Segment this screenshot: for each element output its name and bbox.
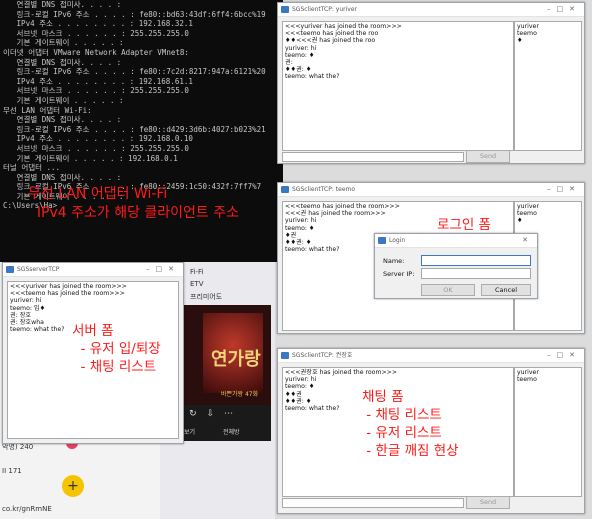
- annotation-chat-form: 채팅 폼 - 채팅 리스트 - 유저 리스트 - 한글 깨짐 현상: [362, 389, 459, 459]
- client-window-yuriver: SGSclientTCP: yuriver –□✕ <<<yuriver has …: [277, 2, 585, 164]
- server-ip-label: Server IP:: [383, 270, 415, 278]
- client-chat-list[interactable]: <<<yuriver has joined the room>>> <<<teem…: [282, 21, 514, 151]
- console-line: IPv4 주소 . . . . . . . . : 192.168.0.10: [3, 134, 193, 144]
- chat-message: teemo: ♦: [285, 51, 315, 59]
- chat-message: yuriver: hi: [285, 44, 317, 52]
- client-titlebar: SGSclientTCP: 권장호 –□✕: [278, 349, 584, 363]
- console-line: 연결별 DNS 접미사. . . . :: [3, 172, 122, 182]
- close-icon[interactable]: ✕: [522, 234, 534, 247]
- browser-url[interactable]: co.kr/gnRmNE: [2, 505, 52, 513]
- annotation-server-form: 서버 폼 - 유저 입/퇴장 - 채팅 리스트: [72, 323, 161, 375]
- app-icon: [281, 352, 289, 359]
- user-item: yuriver: [517, 23, 539, 30]
- client-user-list[interactable]: yuriver teemo ♦: [514, 21, 582, 151]
- name-input[interactable]: [421, 255, 531, 266]
- cancel-button[interactable]: Cancel: [481, 284, 531, 296]
- user-item: teemo: [517, 210, 537, 218]
- browser-count: II 171: [2, 467, 22, 475]
- client-titlebar: SGSclientTCP: yuriver –□✕: [278, 3, 584, 17]
- window-controls[interactable]: –□✕: [547, 183, 581, 196]
- user-item: ♦: [517, 217, 523, 225]
- chat-message: <<<권장호 has joined the room>>>: [285, 369, 398, 376]
- user-item: yuriver: [517, 203, 539, 210]
- console-line: 연결별 DNS 접미사. . . . :: [3, 57, 122, 67]
- browser-item[interactable]: Fi-Fi: [190, 268, 203, 276]
- chat-message: <<<teemo has joined the room>>>: [10, 290, 125, 298]
- console-line: 기본 게이트웨이 . . . . . :: [3, 38, 124, 48]
- chat-message: ♦♦<<<권 has joined the roo: [285, 37, 376, 45]
- chat-message: yuriver: hi: [285, 376, 317, 384]
- window-controls[interactable]: –□✕: [146, 263, 180, 276]
- console-line: 링크-로컬 IPv6 주소 . . . . : fe80::bd63:43df:…: [3, 9, 266, 19]
- chat-message: 권:: [285, 59, 293, 67]
- console-line: 이더넷 어댑터 VMware Network Adapter VMnet8:: [3, 47, 189, 57]
- chat-message: teemo: what the?: [285, 73, 340, 81]
- send-button[interactable]: Send: [466, 150, 510, 163]
- ok-button[interactable]: OK: [421, 284, 475, 296]
- add-fab-button[interactable]: +: [62, 475, 84, 497]
- user-item: teemo: [517, 30, 537, 38]
- console-line: 링크-로컬 IPv6 주소 . . . . : fe80::d429:3d6b:…: [3, 124, 266, 134]
- console-line: 터널 어댑터 ...: [3, 163, 61, 173]
- client-user-list[interactable]: yuriver teemo: [514, 367, 582, 497]
- console-line: 서브넷 마스크 . . . . . . : 255.255.255.0: [3, 86, 189, 96]
- server-titlebar: SGSserverTCP –□✕: [3, 263, 183, 277]
- name-label: Name:: [383, 257, 405, 265]
- window-controls[interactable]: –□✕: [547, 349, 581, 362]
- console-line: 서브넷 마스크 . . . . . . : 255.255.255.0: [3, 143, 189, 153]
- console-line: 서브넷 마스크 . . . . . . : 255.255.255.0: [3, 28, 189, 38]
- send-button[interactable]: Send: [466, 496, 510, 509]
- browser-item[interactable]: ETV: [190, 280, 204, 288]
- chat-message: yuriver: hi: [10, 297, 42, 305]
- console-line: 링크-로컬 IPv6 주소 . . . . : fe80::7c2d:8217:…: [3, 67, 266, 77]
- user-item: teemo: [517, 376, 537, 384]
- message-input[interactable]: [282, 152, 464, 162]
- server-ip-input[interactable]: [421, 268, 531, 279]
- app-icon: [281, 6, 289, 13]
- ad-title: 연가랑: [211, 349, 261, 370]
- browser-item[interactable]: 프리미어도: [190, 292, 222, 302]
- chat-message: <<<yuriver has joined the room>>>: [10, 283, 127, 290]
- client-titlebar: SGSclientTCP: teemo –□✕: [278, 183, 584, 197]
- message-input[interactable]: [282, 498, 464, 508]
- phone-btn[interactable]: 전체방: [223, 427, 240, 436]
- chat-message: <<<yuriver has joined the room>>>: [285, 23, 402, 30]
- app-icon: [378, 237, 386, 244]
- app-icon: [281, 186, 289, 193]
- user-item: ♦: [517, 37, 523, 45]
- ad-caption: 바쁜가왕 47화: [221, 391, 259, 398]
- login-titlebar: Login ✕: [375, 234, 537, 248]
- annotation-wifi: 무선 LAN 어댑터 Wi-Fi IPv4 주소가 해당 클라이언트 주소: [28, 186, 240, 221]
- console-line: 연결별 DNS 접미사. . . . :: [3, 0, 122, 9]
- console-line: IPv4 주소 . . . . . . . . : 192.168.32.1: [3, 19, 193, 29]
- console-line: 기본 게이트웨이 . . . . . :: [3, 95, 124, 105]
- chat-message: teemo: 입♦: [10, 304, 46, 312]
- window-controls[interactable]: –□✕: [547, 3, 581, 16]
- chat-message: 권: 장호: [10, 311, 32, 319]
- console-line: 무선 LAN 어댑터 Wi-Fi:: [3, 105, 92, 115]
- console-line: IPv4 주소 . . . . . . . . : 192.168.61.1: [3, 76, 193, 86]
- app-icon: [6, 266, 14, 273]
- console-line: 연결별 DNS 접미사. . . . :: [3, 115, 122, 125]
- user-item: yuriver: [517, 369, 539, 376]
- login-dialog: Login ✕ Name: Server IP: OK Cancel: [374, 233, 538, 299]
- console-line: 기본 게이트웨이 . . . . . : 192.168.0.1: [3, 153, 178, 163]
- chat-message: ♦♦권: ♦: [285, 66, 312, 74]
